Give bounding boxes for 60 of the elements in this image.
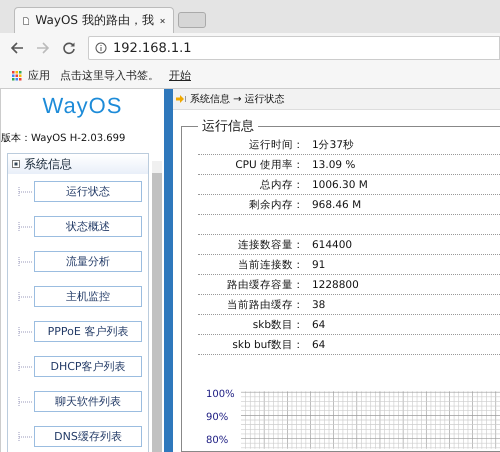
menu-item[interactable]: 主机监控 xyxy=(34,286,142,307)
tree-line-icon xyxy=(18,326,32,336)
version-text: 版本：WayOS H-2.03.699 xyxy=(1,132,126,145)
breadcrumb-text: 系统信息 → 运行状态 xyxy=(190,92,285,106)
menu-title: 系统信息 xyxy=(24,156,72,172)
field-label: 剩余内存： xyxy=(248,198,304,212)
field-value: 1228800 xyxy=(312,278,359,290)
field-label: 运行时间： xyxy=(248,138,304,152)
axis-label: 100% xyxy=(206,389,235,400)
panel-title: 运行信息 xyxy=(198,117,258,135)
menu-item[interactable]: DHCP客户列表 xyxy=(34,356,142,377)
field-value: 614400 xyxy=(312,238,352,250)
field-value: 64 xyxy=(312,338,326,350)
field-label: 总内存： xyxy=(259,178,304,192)
info-icon xyxy=(95,42,107,54)
field-label: skb buf数目： xyxy=(231,338,304,352)
scrollbar[interactable] xyxy=(152,161,162,452)
field-value: 91 xyxy=(312,258,326,270)
field-label: 路由缓存容量： xyxy=(226,278,304,292)
reload-icon[interactable] xyxy=(62,41,76,55)
arrow-icon xyxy=(176,95,187,103)
tree-line-icon xyxy=(18,222,32,232)
field-value: 968.46 M xyxy=(312,198,362,210)
field-label: 当前连接数： xyxy=(237,258,304,272)
address-bar[interactable]: 192.168.1.1 xyxy=(88,36,500,60)
tree-line-icon xyxy=(18,256,32,266)
back-icon[interactable] xyxy=(10,41,24,55)
menu-item[interactable]: 状态概述 xyxy=(34,216,142,237)
menu-item[interactable]: PPPoE 客户列表 xyxy=(34,321,142,342)
menu-item[interactable]: DNS缓存列表 xyxy=(34,426,142,447)
close-icon[interactable] xyxy=(160,16,165,24)
tree-line-icon xyxy=(18,432,32,442)
browser-tab[interactable]: WayOS 我的路由，我 xyxy=(14,7,174,33)
menu-item[interactable]: 运行状态 xyxy=(34,181,142,202)
axis-label: 80% xyxy=(206,435,230,446)
tree-line-icon xyxy=(18,396,32,406)
field-label: 连接数容量： xyxy=(237,238,304,252)
field-value: 64 xyxy=(312,318,326,330)
menu-item[interactable]: 流量分析 xyxy=(34,251,142,272)
field-value: 1006.30 M xyxy=(312,178,368,190)
wayos-logo: WayOS xyxy=(42,93,122,119)
bookmark-hint[interactable]: 点击这里导入书签。 xyxy=(60,68,159,83)
apps-icon xyxy=(12,70,22,80)
page-icon xyxy=(23,14,30,26)
start-link[interactable]: 开始 xyxy=(169,68,191,83)
axis-label: 90% xyxy=(206,412,230,423)
field-label: skb数目： xyxy=(252,318,304,332)
tab-title: WayOS 我的路由，我 xyxy=(35,12,154,29)
tree-line-icon xyxy=(18,362,32,372)
apps-link[interactable]: 应用 xyxy=(12,68,50,83)
collapse-icon xyxy=(12,160,20,168)
tree-line-icon xyxy=(18,292,32,302)
menu-header[interactable]: 系统信息 xyxy=(8,154,148,174)
tree-line-icon xyxy=(18,186,32,196)
field-label: CPU 使用率： xyxy=(234,158,304,172)
field-value: 13.09 % xyxy=(312,158,356,170)
field-value: 38 xyxy=(312,298,326,310)
field-label: 当前路由缓存： xyxy=(226,298,304,312)
field-value: 1分37秒 xyxy=(312,138,354,152)
menu-item[interactable]: 聊天软件列表 xyxy=(34,391,142,412)
